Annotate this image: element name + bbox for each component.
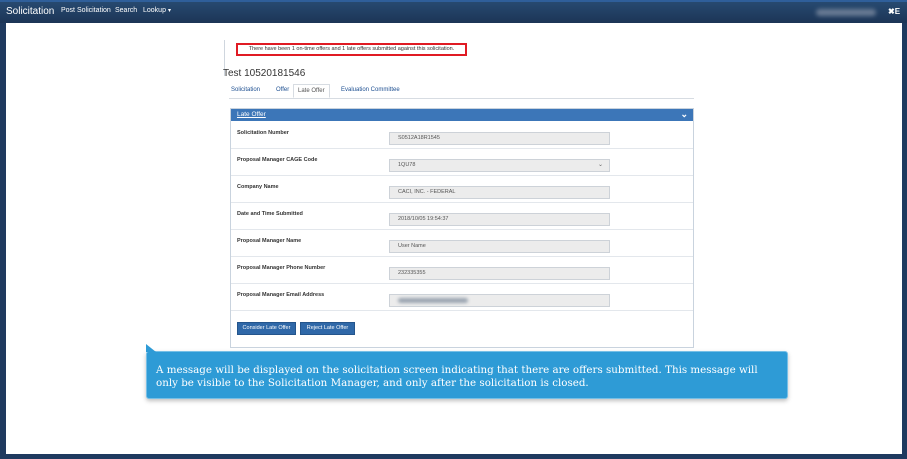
caret-down-icon: ▾ [167, 8, 171, 14]
field-label: Proposal Manager Email Address [237, 292, 325, 298]
field-label: Solicitation Number [237, 130, 289, 136]
field-row-company-name: Company Name CACI, INC. - FEDERAL [231, 175, 693, 203]
cage-code-select[interactable]: 1QU78 ⌄ [389, 159, 610, 172]
offers-alert-message: There have been 1 on-time offers and 1 l… [236, 43, 467, 56]
late-offer-panel: Late Offer ⌄ Solicitation Number S0512A1… [230, 108, 694, 348]
close-icon[interactable]: ✖E [888, 7, 900, 16]
user-menu[interactable] [816, 9, 876, 16]
field-label: Company Name [237, 184, 279, 190]
field-row-solicitation-number: Solicitation Number S0512A18R1545 [231, 121, 693, 149]
field-row-date-submitted: Date and Time Submitted 2018/10/05 19:54… [231, 202, 693, 230]
field-row-manager-email: Proposal Manager Email Address [231, 283, 693, 311]
tab-late-offer[interactable]: Late Offer [293, 84, 330, 98]
tab-solicitation[interactable]: Solicitation [231, 87, 260, 93]
field-row-manager-name: Proposal Manager Name User Name [231, 229, 693, 257]
manager-name-field[interactable]: User Name [389, 240, 610, 253]
callout-pointer [146, 344, 156, 352]
nav-lookup-label: Lookup [143, 7, 166, 14]
field-label: Proposal Manager Phone Number [237, 265, 326, 271]
bottom-bar [0, 454, 907, 459]
field-label: Proposal Manager CAGE Code [237, 157, 318, 163]
nav-lookup[interactable]: Lookup ▾ [143, 7, 171, 14]
chevron-down-icon[interactable]: ⌄ [680, 109, 688, 120]
panel-header[interactable]: Late Offer ⌄ [231, 109, 693, 121]
top-navbar: Solicitation Post Solicitation Search Lo… [0, 0, 907, 23]
callout-text: A message will be displayed on the solic… [156, 364, 758, 389]
tab-evaluation-committee[interactable]: Evaluation Committee [341, 87, 400, 93]
manager-phone-field[interactable]: 232335355 [389, 267, 610, 280]
reject-late-offer-button[interactable]: Reject Late Offer [300, 322, 355, 335]
panel-title[interactable]: Late Offer [237, 111, 266, 118]
manager-email-field[interactable] [389, 294, 610, 307]
page-title: Test 10520181546 [223, 68, 306, 79]
company-name-field[interactable]: CACI, INC. - FEDERAL [389, 186, 610, 199]
app-brand[interactable]: Solicitation [6, 6, 54, 17]
tutorial-callout: A message will be displayed on the solic… [146, 344, 788, 399]
consider-late-offer-button[interactable]: Consider Late Offer [237, 322, 296, 335]
solicitation-tabs: Solicitation Offer Late Offer Evaluation… [229, 84, 694, 99]
field-row-manager-phone: Proposal Manager Phone Number 232335355 [231, 256, 693, 284]
nav-search[interactable]: Search [115, 7, 137, 14]
field-row-cage-code: Proposal Manager CAGE Code 1QU78 ⌄ [231, 148, 693, 176]
tab-offer[interactable]: Offer [276, 87, 289, 93]
cage-code-value: 1QU78 [398, 162, 416, 168]
field-label: Date and Time Submitted [237, 211, 303, 217]
field-label: Proposal Manager Name [237, 238, 302, 244]
chevron-down-icon: ⌄ [597, 162, 603, 168]
solicitation-number-field[interactable]: S0512A18R1545 [389, 132, 610, 145]
nav-post-solicitation[interactable]: Post Solicitation [61, 7, 111, 14]
redacted-email [398, 298, 468, 303]
date-submitted-field[interactable]: 2018/10/05 19:54:37 [389, 213, 610, 226]
